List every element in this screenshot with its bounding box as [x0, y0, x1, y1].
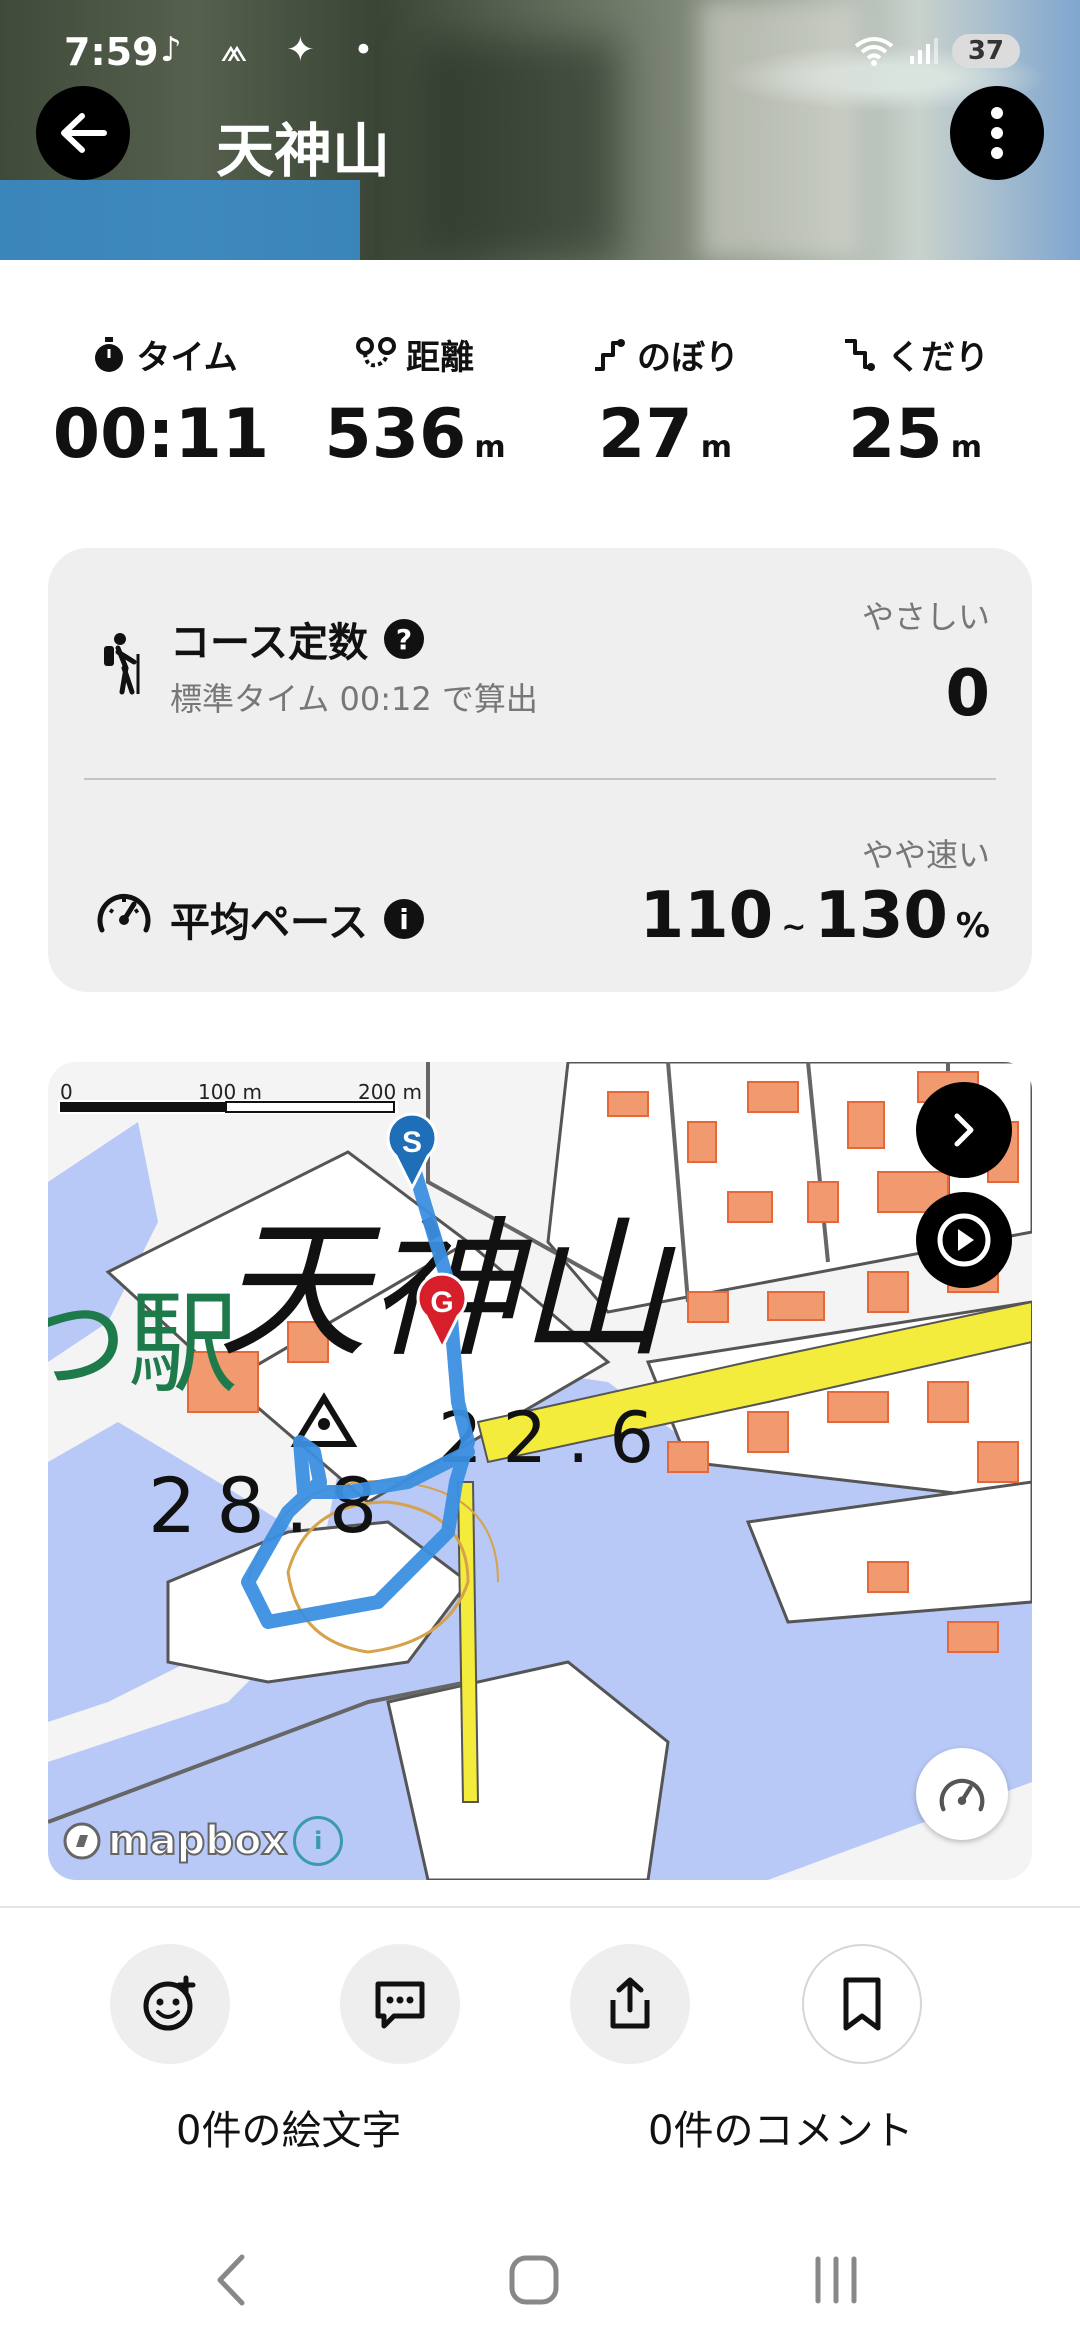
goal-marker-label: G [430, 1286, 453, 1319]
header-image: 7:59 ♪ ⩕ ✦ • 37 天神山 [0, 0, 1080, 260]
map-station-text: つ駅 [48, 1280, 238, 1408]
descent-icon [845, 338, 875, 371]
stat-descent: くだり 25 m [790, 330, 1040, 469]
route-map[interactable]: 天神山 つ駅 28.8 22.6 0 100 m 200 m S G [48, 1062, 1032, 1880]
start-marker-label: S [402, 1126, 422, 1159]
stat-distance: 距離 536 m [290, 330, 540, 469]
map-next-button[interactable] [916, 1082, 1012, 1178]
nav-recents-button[interactable] [776, 2240, 896, 2320]
comment-count-label[interactable]: 0件のコメント [648, 2098, 913, 2156]
stat-label: のぼり [637, 338, 739, 378]
nav-home-icon [509, 2255, 559, 2305]
nav-home-button[interactable] [474, 2240, 594, 2320]
map-scale-bar [58, 1100, 398, 1114]
hiker-icon [104, 633, 140, 695]
stat-label: タイム [136, 338, 238, 378]
pace-max: 130 [814, 879, 948, 953]
more-menu-button[interactable] [950, 86, 1044, 180]
stat-unit: m [474, 430, 506, 465]
stat-time: タイム 00:11 [40, 330, 290, 469]
header-photo-sky [0, 180, 360, 260]
mapbox-attribution[interactable]: mapbox i [62, 1816, 344, 1866]
chevron-right-icon [954, 1113, 974, 1147]
more-vertical-icon [991, 107, 1003, 159]
course-grade: やさしい [861, 598, 990, 636]
map-speed-button[interactable] [916, 1748, 1008, 1840]
bookmark-button[interactable] [802, 1944, 922, 2064]
mapbox-text: mapbox [107, 1817, 288, 1865]
share-button[interactable] [570, 1944, 690, 2064]
pace-unit: % [955, 906, 990, 946]
stat-unit: m [700, 430, 732, 465]
summit-dot [318, 1418, 330, 1430]
page-title: 天神山 [216, 117, 391, 185]
battery-indicator: 37 [951, 34, 1020, 68]
back-button[interactable] [36, 86, 130, 180]
emoji-reaction-button[interactable] [110, 1944, 230, 2064]
ascent-icon [595, 338, 625, 371]
pace-grade: やや速い [861, 836, 990, 874]
course-standard-time: 標準タイム 00:12 で算出 [170, 680, 538, 718]
comment-icon [375, 1981, 425, 2029]
system-nav-bar [0, 2220, 1080, 2340]
course-constant-row: コース定数 ? 標準タイム 00:12 で算出 やさしい 0 [48, 548, 1032, 778]
stat-value: 27 [598, 395, 693, 474]
stat-unit: m [950, 430, 982, 465]
stat-ascent: のぼり 27 m [540, 330, 790, 469]
map-canvas: 天神山 つ駅 28.8 22.6 [48, 1062, 1032, 1880]
stat-label: くだり [887, 338, 989, 378]
mapbox-logo-icon [63, 1822, 101, 1860]
help-icon[interactable]: ? [384, 619, 424, 659]
start-marker[interactable]: S [382, 1110, 442, 1190]
course-info-card: コース定数 ? 標準タイム 00:12 で算出 やさしい 0 平均ペース i や… [48, 548, 1032, 992]
notification-icons: ♪ ⩕ ✦ • [160, 30, 388, 70]
share-icon [610, 1977, 650, 2029]
status-right: 37 [854, 34, 1020, 68]
info-icon[interactable]: i [384, 899, 424, 939]
speedometer-icon [97, 893, 151, 933]
stat-value: 536 [324, 395, 467, 474]
signal-icon [909, 38, 938, 64]
speedometer-icon [939, 1778, 985, 1812]
nav-recents-icon [815, 2256, 857, 2304]
nav-back-icon [217, 2254, 245, 2306]
wifi-icon [854, 37, 894, 66]
average-pace-title: 平均ペース [170, 900, 368, 946]
attribution-info-icon[interactable]: i [293, 1816, 344, 1866]
route-icon [356, 336, 396, 367]
average-pace-row: 平均ペース i やや速い 110 ~130% [48, 780, 1032, 992]
status-time: 7:59 [64, 30, 159, 74]
pace-min: 110 [639, 879, 774, 953]
bottom-divider [0, 1906, 1080, 1908]
stopwatch-icon [95, 336, 124, 372]
play-circle-icon [937, 1213, 991, 1267]
emoji-count-label[interactable]: 0件の絵文字 [176, 2098, 401, 2156]
comment-button[interactable] [340, 1944, 460, 2064]
pace-range: 110 ~130% [640, 884, 990, 948]
add-emoji-icon [143, 1975, 196, 2031]
pace-separator: ~ [781, 910, 807, 945]
nav-back-button[interactable] [172, 2240, 292, 2320]
status-bar: 7:59 ♪ ⩕ ✦ • 37 [0, 0, 1080, 110]
arrow-left-icon [61, 113, 107, 153]
course-constant-title: コース定数 [170, 620, 368, 666]
stat-value: 25 [848, 395, 943, 474]
action-bar [0, 1944, 1080, 2064]
stat-value: 00:11 [52, 395, 270, 474]
course-constant-value: 0 [945, 657, 990, 731]
goal-marker[interactable]: G [412, 1270, 472, 1350]
stats-row: タイム 00:11 距離 536 m のぼり 27 m くだり 25 m [40, 330, 1040, 469]
bookmark-icon [843, 1977, 881, 2031]
stat-label: 距離 [406, 338, 474, 378]
map-play-button[interactable] [916, 1192, 1012, 1288]
